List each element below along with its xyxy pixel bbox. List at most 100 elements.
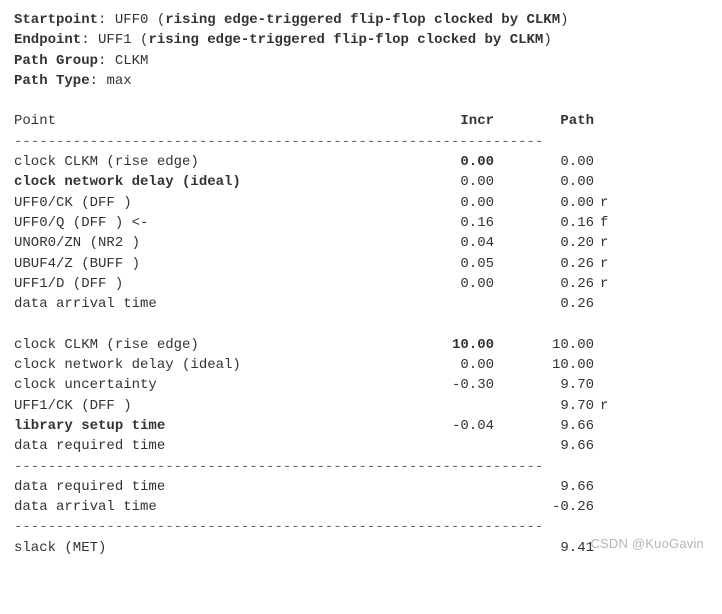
column-header: Point Incr Path: [14, 111, 708, 131]
cell-incr: [374, 477, 494, 497]
table-row: data arrival time-0.26: [14, 497, 708, 517]
cell-path: 0.00: [494, 172, 594, 192]
cell-incr: 0.04: [374, 233, 494, 253]
table-row: clock uncertainty-0.309.70: [14, 375, 708, 395]
col-flag-header: [594, 111, 630, 131]
cell-path: -0.26: [494, 497, 594, 517]
cell-point: UFF1/D (DFF ): [14, 274, 374, 294]
endpoint-label: Endpoint: [14, 32, 81, 48]
table-row: UFF1/CK (DFF )9.70r: [14, 396, 708, 416]
cell-path: 9.66: [494, 436, 594, 456]
cell-path: 0.16: [494, 213, 594, 233]
table-row: UBUF4/Z (BUFF )0.050.26r: [14, 254, 708, 274]
cell-flag: [594, 375, 630, 395]
cell-point: library setup time: [14, 416, 374, 436]
table-row: clock network delay (ideal)0.000.00: [14, 172, 708, 192]
blank-line: [14, 91, 708, 111]
cell-point: UFF0/Q (DFF ) <-: [14, 213, 374, 233]
cell-incr: 0.00: [374, 355, 494, 375]
cell-flag: [594, 335, 630, 355]
cell-incr: -0.04: [374, 416, 494, 436]
cell-point: data required time: [14, 436, 374, 456]
slack-path: 9.41: [494, 538, 594, 558]
cell-flag: [594, 172, 630, 192]
cell-incr: 0.00: [374, 152, 494, 172]
cell-incr: [374, 497, 494, 517]
cell-incr: [374, 396, 494, 416]
cell-incr: 0.00: [374, 193, 494, 213]
table-row: clock CLKM (rise edge)10.0010.00: [14, 335, 708, 355]
col-path-header: Path: [494, 111, 594, 131]
cell-path: 0.00: [494, 152, 594, 172]
cell-path: 9.70: [494, 375, 594, 395]
table-row: clock network delay (ideal)0.0010.00: [14, 355, 708, 375]
cell-flag: [594, 477, 630, 497]
table-row: UFF0/CK (DFF )0.000.00r: [14, 193, 708, 213]
cell-flag: r: [594, 233, 630, 253]
table-row: data required time 9.66: [14, 477, 708, 497]
watermark-text: CSDN @KuoGavin: [590, 535, 704, 554]
slack-point: slack (MET): [14, 538, 374, 558]
cell-incr: [374, 294, 494, 314]
table-row: clock CLKM (rise edge)0.000.00: [14, 152, 708, 172]
cell-point: UBUF4/Z (BUFF ): [14, 254, 374, 274]
col-incr-header: Incr: [374, 111, 494, 131]
cell-incr: 0.16: [374, 213, 494, 233]
cell-flag: f: [594, 213, 630, 233]
cell-path: 9.66: [494, 416, 594, 436]
cell-point: clock uncertainty: [14, 375, 374, 395]
cell-flag: [594, 355, 630, 375]
endpoint-value: UFF1: [98, 32, 132, 48]
slack-incr: [374, 538, 494, 558]
cell-flag: [594, 416, 630, 436]
rule-line: ----------------------------------------…: [14, 132, 708, 152]
cell-point: clock network delay (ideal): [14, 172, 374, 192]
cell-flag: [594, 497, 630, 517]
pathtype-value: max: [106, 73, 131, 89]
cell-incr: -0.30: [374, 375, 494, 395]
blank-line: [14, 314, 708, 334]
cell-incr: 0.00: [374, 274, 494, 294]
cell-incr: 0.00: [374, 172, 494, 192]
cell-flag: [594, 436, 630, 456]
cell-point: clock CLKM (rise edge): [14, 152, 374, 172]
cell-path: 10.00: [494, 335, 594, 355]
table-row: data arrival time0.26: [14, 294, 708, 314]
cell-path: 0.00: [494, 193, 594, 213]
cell-point: UNOR0/ZN (NR2 ): [14, 233, 374, 253]
cell-path: 0.20: [494, 233, 594, 253]
cell-flag: r: [594, 254, 630, 274]
rule-line: ----------------------------------------…: [14, 457, 708, 477]
cell-point: clock network delay (ideal): [14, 355, 374, 375]
cell-path: 9.70: [494, 396, 594, 416]
table-row: UNOR0/ZN (NR2 )0.040.20r: [14, 233, 708, 253]
arrival-section: clock CLKM (rise edge)0.000.00clock netw…: [14, 152, 708, 314]
cell-point: data required time: [14, 477, 374, 497]
cell-path: 0.26: [494, 274, 594, 294]
startpoint-note: rising edge-triggered flip-flop clocked …: [165, 12, 560, 28]
cell-incr: 0.05: [374, 254, 494, 274]
pathgroup-value: CLKM: [115, 53, 149, 69]
cell-path: 9.66: [494, 477, 594, 497]
table-row: UFF0/Q (DFF ) <-0.160.16f: [14, 213, 708, 233]
startpoint-line: Startpoint: UFF0 (rising edge-triggered …: [14, 10, 708, 30]
pathgroup-line: Path Group: CLKM: [14, 51, 708, 71]
pathtype-line: Path Type: max: [14, 71, 708, 91]
cell-point: UFF0/CK (DFF ): [14, 193, 374, 213]
table-row: UFF1/D (DFF )0.000.26r: [14, 274, 708, 294]
table-row: data required time 9.66: [14, 436, 708, 456]
cell-incr: 10.00: [374, 335, 494, 355]
cell-path: 10.00: [494, 355, 594, 375]
col-point-header: Point: [14, 111, 374, 131]
summary-section: data required time 9.66data arrival time-…: [14, 477, 708, 518]
table-row: library setup time-0.049.66: [14, 416, 708, 436]
required-section: clock CLKM (rise edge)10.0010.00clock ne…: [14, 335, 708, 457]
cell-point: UFF1/CK (DFF ): [14, 396, 374, 416]
cell-flag: r: [594, 193, 630, 213]
startpoint-value: UFF0: [115, 12, 149, 28]
cell-path: 0.26: [494, 294, 594, 314]
cell-flag: [594, 294, 630, 314]
cell-flag: r: [594, 274, 630, 294]
pathtype-label: Path Type: [14, 73, 90, 89]
pathgroup-label: Path Group: [14, 53, 98, 69]
